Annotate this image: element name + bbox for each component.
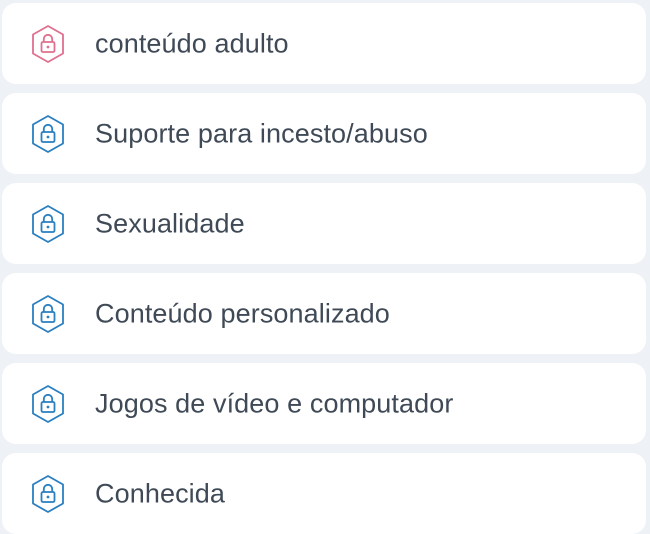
- category-label: Jogos de vídeo e computador: [95, 388, 454, 418]
- category-item-conhecida[interactable]: Conhecida: [2, 453, 646, 534]
- category-item-jogos-video-computador[interactable]: Jogos de vídeo e computador: [2, 363, 646, 444]
- lock-icon: [32, 474, 64, 513]
- lock-icon: [32, 294, 64, 333]
- lock-icon: [32, 24, 64, 63]
- category-item-sexualidade[interactable]: Sexualidade: [2, 183, 646, 264]
- category-label: Suporte para incesto/abuso: [95, 118, 428, 148]
- lock-icon: [32, 114, 64, 153]
- category-item-suporte-incesto-abuso[interactable]: Suporte para incesto/abuso: [2, 93, 646, 174]
- category-item-conteudo-adulto[interactable]: conteúdo adulto: [2, 3, 646, 84]
- category-item-conteudo-personalizado[interactable]: Conteúdo personalizado: [2, 273, 646, 354]
- category-label: Conteúdo personalizado: [95, 298, 390, 328]
- category-list: conteúdo adulto Suporte para incesto/abu…: [0, 0, 650, 534]
- lock-icon: [32, 204, 64, 243]
- category-label: conteúdo adulto: [95, 28, 289, 58]
- lock-icon: [32, 384, 64, 423]
- category-label: Conhecida: [95, 478, 225, 508]
- category-label: Sexualidade: [95, 208, 245, 238]
